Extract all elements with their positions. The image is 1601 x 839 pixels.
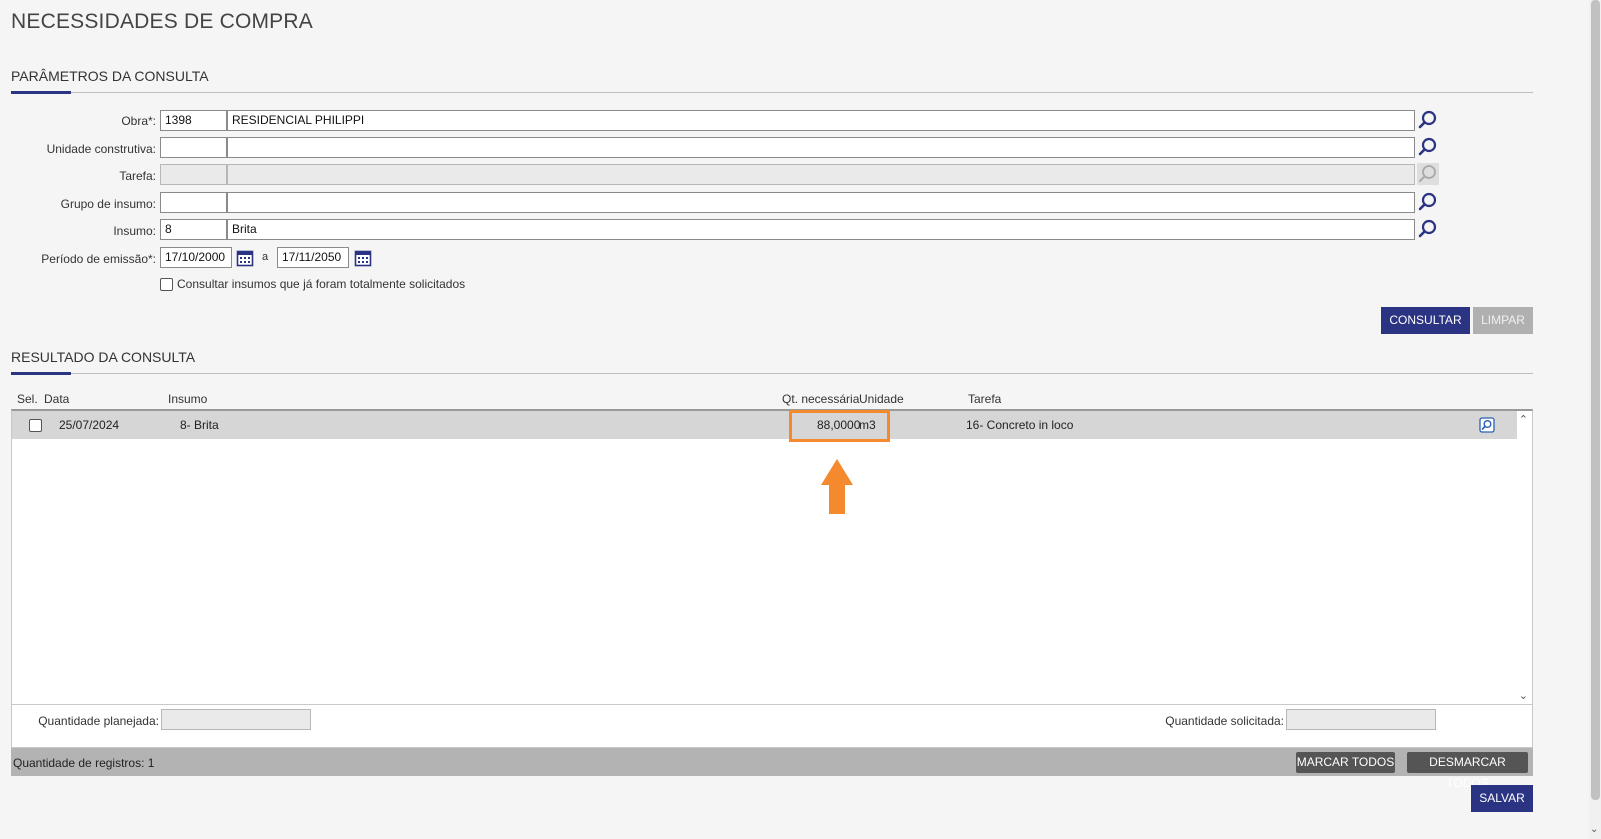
col-sel: Sel. bbox=[17, 392, 38, 406]
page-title: NECESSIDADES DE COMPRA bbox=[11, 10, 313, 33]
col-qt-necessaria[interactable]: Qt. necessária bbox=[782, 392, 859, 406]
col-insumo[interactable]: Insumo bbox=[168, 392, 207, 406]
grupo-name-input[interactable] bbox=[227, 192, 1415, 213]
limpar-button: LIMPAR bbox=[1473, 307, 1533, 334]
grupo-code-input[interactable] bbox=[160, 192, 227, 213]
periodo-to-input[interactable]: 17/11/2050 bbox=[277, 247, 349, 268]
grid-scroll-up-icon[interactable]: ⌃ bbox=[1519, 413, 1528, 426]
col-tarefa[interactable]: Tarefa bbox=[968, 392, 1001, 406]
insumo-label: Insumo: bbox=[113, 224, 156, 238]
qtd-solicitada-label: Quantidade solicitada: bbox=[1165, 714, 1284, 728]
calendar-to-icon[interactable] bbox=[354, 249, 372, 267]
tarefa-name-input bbox=[227, 164, 1415, 185]
status-bar: Quantidade de registros: 1 MARCAR TODOS … bbox=[11, 748, 1533, 790]
consultar-button[interactable]: CONSULTAR bbox=[1381, 307, 1470, 334]
marcar-todos-button[interactable]: MARCAR TODOS bbox=[1296, 752, 1395, 773]
page-scrollbar[interactable]: ⌄ bbox=[1589, 0, 1601, 839]
qtd-planejada-label: Quantidade planejada: bbox=[38, 714, 159, 728]
salvar-button[interactable]: SALVAR bbox=[1471, 785, 1533, 812]
result-section-divider bbox=[11, 372, 1533, 375]
registros-count: Quantidade de registros: 1 bbox=[13, 756, 155, 770]
page-scrollbar-thumb[interactable] bbox=[1591, 0, 1600, 800]
table-row[interactable]: 25/07/2024 8- Brita 88,0000 m3 16- Concr… bbox=[12, 411, 1517, 439]
unidade-label: Unidade construtiva: bbox=[46, 142, 156, 156]
grid-scroll-down-icon[interactable]: ⌄ bbox=[1519, 689, 1528, 702]
periodo-label: Período de emissão*: bbox=[41, 252, 156, 266]
result-grid[interactable]: 25/07/2024 8- Brita 88,0000 m3 16- Concr… bbox=[11, 409, 1533, 705]
unidade-name-input[interactable] bbox=[227, 137, 1415, 158]
arrow-up-icon bbox=[821, 459, 853, 514]
grupo-label: Grupo de insumo: bbox=[60, 197, 156, 211]
params-section-divider bbox=[11, 91, 1533, 94]
row-insumo: 8- Brita bbox=[180, 418, 219, 432]
insumo-name-input[interactable]: Brita bbox=[227, 219, 1415, 240]
col-data[interactable]: Data bbox=[44, 392, 69, 406]
calendar-from-icon[interactable] bbox=[236, 249, 254, 267]
col-unidade[interactable]: Unidade bbox=[859, 392, 904, 406]
insumo-code-input[interactable]: 8 bbox=[160, 219, 227, 240]
quantities-panel: Quantidade planejada: Quantidade solicit… bbox=[11, 705, 1533, 748]
consultar-solicitados-label: Consultar insumos que já foram totalment… bbox=[177, 277, 466, 291]
qtd-planejada-input bbox=[161, 709, 311, 730]
insumo-search-icon[interactable] bbox=[1417, 218, 1439, 240]
row-tarefa: 16- Concreto in loco bbox=[966, 418, 1074, 432]
tarefa-code-input bbox=[160, 164, 227, 185]
page-scroll-down-icon[interactable]: ⌄ bbox=[1590, 824, 1598, 835]
periodo-separator: a bbox=[262, 251, 269, 263]
row-data: 25/07/2024 bbox=[59, 418, 120, 432]
periodo-from-input[interactable]: 17/10/2000 bbox=[160, 247, 232, 268]
obra-name-input[interactable]: RESIDENCIAL PHILIPPI bbox=[227, 110, 1415, 131]
desmarcar-todos-button[interactable]: DESMARCAR TODOS bbox=[1407, 752, 1528, 790]
result-section-title: RESULTADO DA CONSULTA bbox=[11, 349, 196, 365]
qt-highlight-box bbox=[789, 410, 890, 442]
tarefa-label: Tarefa: bbox=[119, 169, 156, 183]
grupo-search-icon[interactable] bbox=[1417, 191, 1439, 213]
obra-search-icon[interactable] bbox=[1417, 109, 1439, 131]
unidade-search-icon[interactable] bbox=[1417, 136, 1439, 158]
unidade-code-input[interactable] bbox=[160, 137, 227, 158]
obra-label: Obra*: bbox=[121, 114, 156, 128]
tarefa-search-icon bbox=[1417, 163, 1439, 185]
row-detail-icon[interactable] bbox=[1479, 417, 1495, 433]
params-section-title: PARÂMETROS DA CONSULTA bbox=[11, 68, 209, 84]
obra-code-input[interactable]: 1398 bbox=[160, 110, 227, 131]
row-select-checkbox[interactable] bbox=[29, 419, 42, 432]
qtd-solicitada-input bbox=[1286, 709, 1436, 730]
consultar-solicitados-checkbox[interactable] bbox=[160, 278, 173, 291]
